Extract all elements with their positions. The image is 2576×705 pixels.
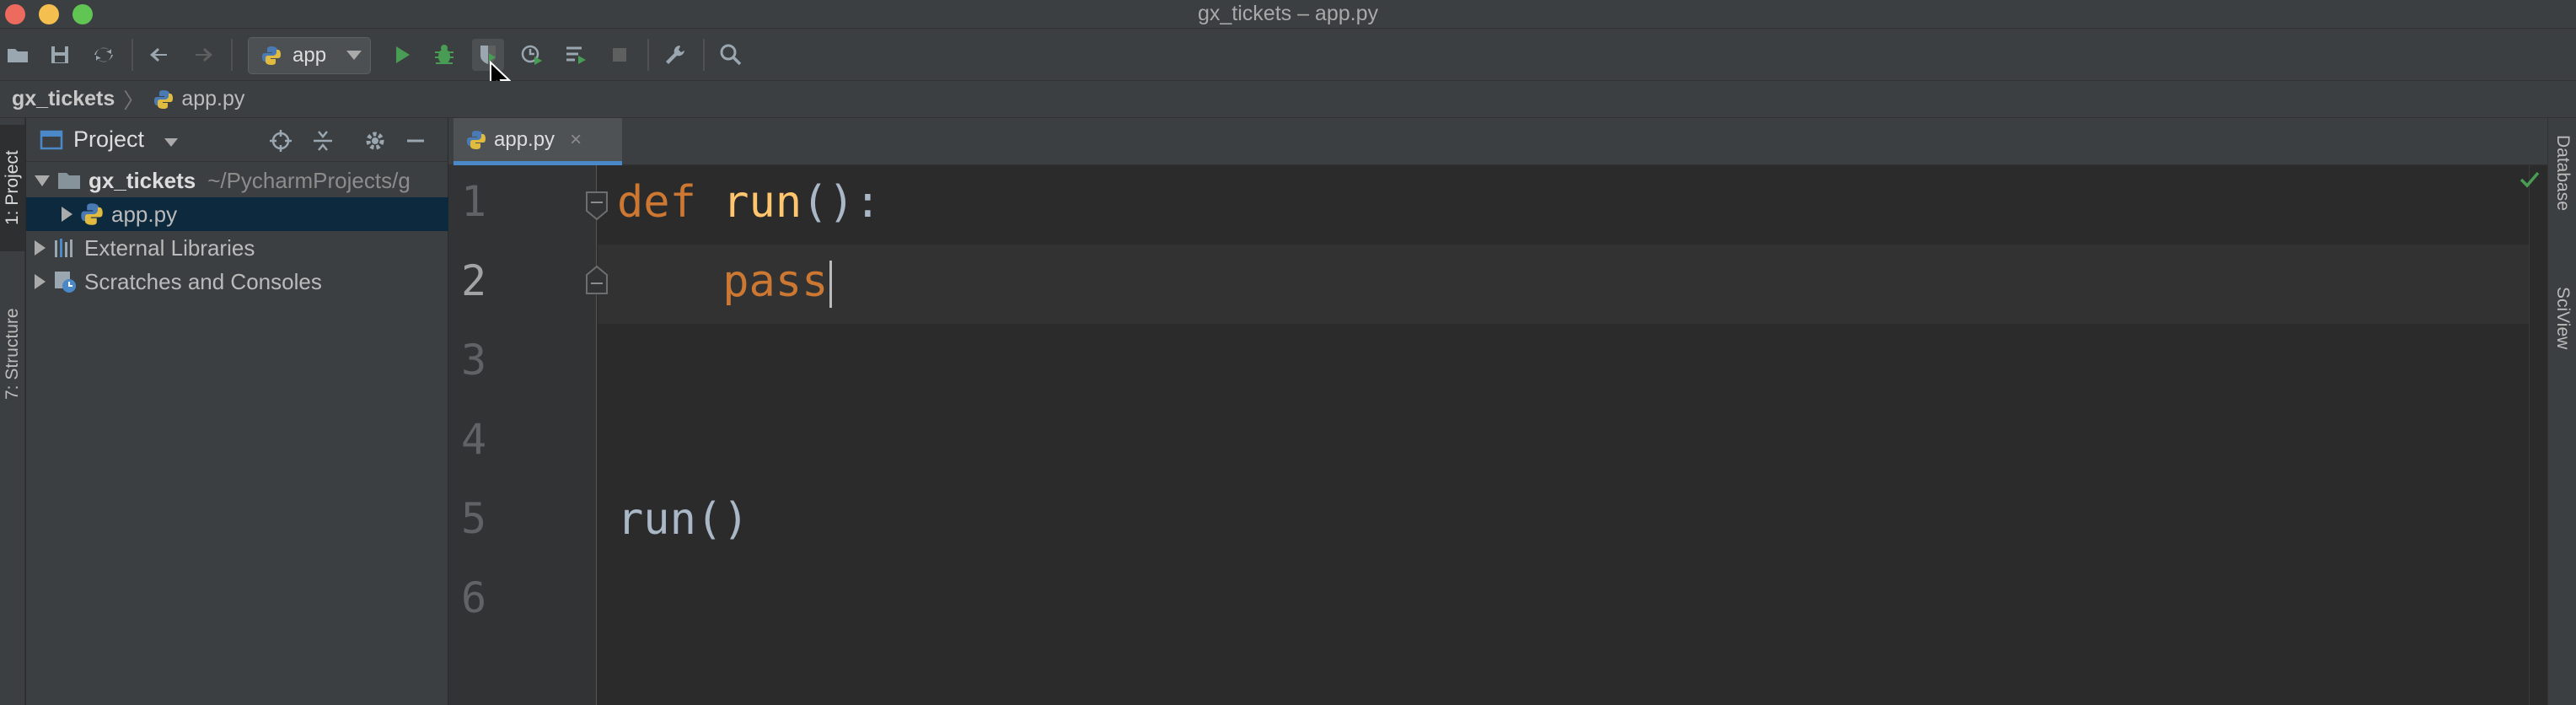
collapse-all-icon[interactable] [309, 127, 336, 154]
line-number: 5 [460, 494, 487, 543]
editor-tab-label: app.py [494, 127, 555, 151]
stop-icon[interactable] [604, 39, 636, 71]
code-keyword: pass [722, 256, 829, 307]
profile-icon[interactable] [516, 39, 548, 71]
toolbar-separator [131, 39, 133, 71]
left-tool-strip: 1: Project 7: Structure [0, 118, 25, 705]
chevron-down-icon[interactable] [164, 138, 178, 147]
code-function-name: run [722, 177, 802, 228]
tool-tab-sciview-label: SciView [2553, 287, 2573, 350]
editor-tab-app-py[interactable]: app.py × [453, 118, 622, 165]
tool-tab-structure-label: 7: Structure [3, 308, 22, 401]
line-number: 1 [460, 177, 487, 226]
toolbar-separator [231, 39, 233, 71]
code-line-1: def run(): [617, 177, 881, 228]
tree-item-scratches[interactable]: Scratches and Consoles [26, 265, 448, 299]
breadcrumb-file[interactable]: app.py [181, 87, 244, 111]
tool-tab-project[interactable]: 1: Project [0, 125, 25, 251]
line-number: 2 [460, 256, 487, 305]
close-tab-icon[interactable]: × [570, 128, 582, 152]
tool-tab-sciview[interactable]: SciView [2550, 287, 2575, 388]
breadcrumb-project[interactable]: gx_tickets [12, 87, 115, 111]
project-panel: Project gx_tickets ~/PycharmProjects/g a… [26, 118, 448, 705]
code-line-5: run() [617, 494, 749, 545]
python-file-icon [81, 203, 103, 225]
breadcrumb: gx_tickets 〉 app.py [0, 81, 2576, 118]
editor-tab-bar: app.py × [448, 118, 2547, 165]
project-view-icon [40, 130, 63, 150]
code-punctuation: (): [802, 177, 882, 228]
editor-gutter: 1 2 3 4 5 6 [448, 165, 597, 705]
right-tool-strip: Database SciView [2547, 118, 2576, 705]
code-line-2: pass [617, 256, 833, 308]
tree-item-app-py[interactable]: app.py [26, 197, 448, 231]
breadcrumb-separator-icon: 〉 [123, 89, 145, 113]
expand-arrow-icon[interactable] [35, 274, 46, 289]
expand-arrow-icon[interactable] [35, 240, 46, 256]
line-number: 3 [460, 336, 487, 385]
toolbar-separator [703, 39, 705, 71]
search-icon[interactable] [715, 39, 747, 71]
tree-item-external-libraries[interactable]: External Libraries [26, 231, 448, 265]
fold-marker-icon[interactable] [580, 189, 614, 223]
line-number: 6 [460, 573, 487, 622]
fold-end-marker-icon[interactable] [580, 263, 614, 297]
python-file-icon [154, 89, 174, 109]
main-toolbar: app [0, 29, 2576, 81]
tool-tab-structure[interactable]: 7: Structure [0, 278, 25, 430]
line-number: 4 [460, 415, 487, 464]
tree-item-label: External Libraries [84, 234, 255, 261]
project-panel-title[interactable]: Project [73, 126, 144, 153]
tool-tab-project-label: 1: Project [3, 150, 22, 226]
run-config-label: app [292, 44, 327, 67]
open-folder-icon[interactable] [2, 39, 34, 71]
library-icon [55, 239, 72, 257]
back-icon[interactable] [143, 39, 175, 71]
save-icon[interactable] [44, 39, 76, 71]
gear-icon[interactable] [362, 127, 389, 154]
tree-item-label: Scratches and Consoles [84, 268, 322, 294]
tree-item-path: ~/PycharmProjects/g [207, 167, 411, 193]
tool-tab-database-label: Database [2553, 135, 2573, 211]
scratches-icon [55, 272, 76, 293]
hide-panel-icon[interactable] [402, 127, 429, 154]
settings-wrench-icon[interactable] [659, 39, 691, 71]
tree-item-label: gx_tickets [89, 167, 196, 193]
tree-item-label: app.py [111, 201, 178, 227]
debug-icon[interactable] [428, 39, 460, 71]
locate-icon[interactable] [267, 127, 294, 154]
python-file-icon [467, 130, 486, 149]
expand-arrow-icon[interactable] [35, 175, 50, 186]
toolbar-separator [647, 39, 649, 71]
window-title: gx_tickets – app.py [1197, 2, 1378, 25]
run-icon[interactable] [386, 39, 418, 71]
concurrency-icon[interactable] [560, 39, 592, 71]
forward-icon[interactable] [187, 39, 219, 71]
sync-icon[interactable] [88, 39, 120, 71]
text-caret [829, 261, 833, 308]
project-panel-header: Project [26, 118, 448, 162]
tree-item-project-root[interactable]: gx_tickets ~/PycharmProjects/g [26, 164, 448, 197]
inspection-ok-icon[interactable] [2519, 170, 2541, 189]
code-keyword: def [617, 177, 696, 228]
code-editor[interactable]: 1 2 3 4 5 6 def run(): pass run() [448, 165, 2547, 705]
tool-tab-database[interactable]: Database [2550, 135, 2575, 245]
expand-arrow-icon[interactable] [62, 207, 72, 222]
title-bar: gx_tickets – app.py [0, 0, 2576, 29]
python-icon [262, 46, 281, 65]
folder-icon [58, 173, 80, 189]
run-configuration-select[interactable]: app [248, 37, 371, 74]
chevron-down-icon [346, 51, 362, 60]
current-line-highlight [598, 245, 2536, 324]
editor-scrollbar[interactable] [2529, 165, 2547, 705]
code-call: run() [617, 494, 749, 545]
